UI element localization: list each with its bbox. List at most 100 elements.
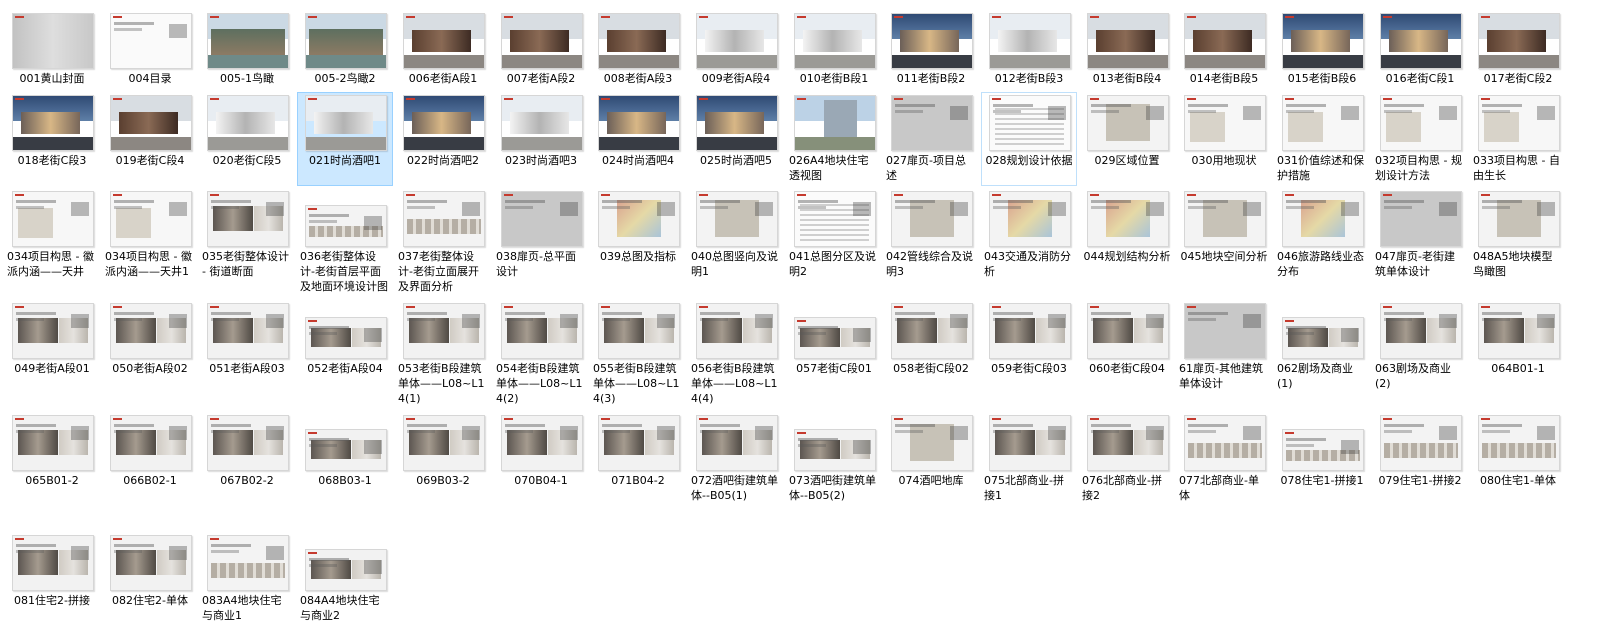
file-name[interactable]: 013老街B段4 [1082,71,1172,86]
file-name[interactable]: 070B04-1 [496,473,586,488]
file-item[interactable]: 036老街整体设计-老街首层平面及地面环境设计图 [297,188,393,298]
file-item[interactable]: 084A4地块住宅与商业2 [297,532,393,632]
file-item[interactable]: 058老街C段02 [883,300,979,410]
file-name[interactable]: 075北部商业-拼接1 [984,473,1074,503]
file-thumbnail[interactable] [1380,415,1462,471]
file-name[interactable]: 61扉页-其他建筑单体设计 [1179,361,1269,391]
file-thumbnail[interactable] [1184,303,1266,359]
file-name[interactable]: 055老街B段建筑单体——L08~L14(3) [593,361,683,406]
file-thumbnail[interactable] [305,13,387,69]
file-thumbnail[interactable] [403,191,485,247]
file-item[interactable]: 077北部商业-单体 [1176,412,1272,530]
file-thumbnail[interactable] [305,205,387,247]
file-name[interactable]: 051老街A段03 [202,361,292,376]
file-thumbnail[interactable] [305,317,387,359]
file-thumbnail[interactable] [110,191,192,247]
file-item[interactable]: 050老街A段02 [102,300,198,410]
file-item[interactable]: 044规划结构分析 [1079,188,1175,298]
file-item[interactable]: 011老街B段2 [883,10,979,90]
file-thumbnail[interactable] [794,13,876,69]
file-thumbnail[interactable] [1282,317,1364,359]
file-thumbnail[interactable] [1478,303,1560,359]
file-item[interactable]: 069B03-2 [395,412,491,530]
file-item[interactable]: 080住宅1-单体 [1470,412,1566,530]
file-name[interactable]: 022时尚酒吧2 [398,153,488,168]
file-thumbnail[interactable] [794,317,876,359]
file-thumbnail[interactable] [403,303,485,359]
file-thumbnail[interactable] [696,303,778,359]
file-thumbnail[interactable] [207,191,289,247]
file-thumbnail[interactable] [891,415,973,471]
file-thumbnail[interactable] [891,191,973,247]
file-item[interactable]: 016老街C段1 [1372,10,1468,90]
file-item[interactable]: 078住宅1-拼接1 [1274,412,1370,530]
file-name[interactable]: 043交通及消防分析 [984,249,1074,279]
file-item[interactable]: 029区域位置 [1079,92,1175,186]
file-name[interactable]: 059老街C段03 [984,361,1074,376]
file-name[interactable]: 045地块空间分析 [1179,249,1269,264]
file-item[interactable]: 012老街B段3 [981,10,1077,90]
file-item[interactable]: 076北部商业-拼接2 [1079,412,1175,530]
file-thumbnail[interactable] [989,191,1071,247]
file-item[interactable]: 013老街B段4 [1079,10,1175,90]
file-name[interactable]: 001黄山封面 [7,71,97,86]
file-name[interactable]: 071B04-2 [593,473,683,488]
file-name[interactable]: 077北部商业-单体 [1179,473,1269,503]
file-item[interactable]: 008老街A段3 [590,10,686,90]
file-thumbnail[interactable] [794,429,876,471]
file-item[interactable]: 034项目构思 - 徽派内涵——天井 [4,188,100,298]
file-name[interactable]: 052老街A段04 [300,361,390,376]
file-item[interactable]: 042管线综合及说明3 [883,188,979,298]
file-item[interactable]: 010老街B段1 [786,10,882,90]
file-name[interactable]: 039总图及指标 [593,249,683,264]
file-name[interactable]: 047扉页-老街建筑单体设计 [1375,249,1465,279]
file-name[interactable]: 031价值综述和保护措施 [1277,153,1367,183]
file-item[interactable]: 073酒吧街建筑单体--B05(2) [786,412,882,530]
file-thumbnail[interactable] [12,415,94,471]
file-item[interactable]: 007老街A段2 [493,10,589,90]
file-name[interactable]: 084A4地块住宅与商业2 [300,593,390,623]
file-name[interactable]: 027扉页-项目总述 [886,153,976,183]
file-thumbnail[interactable] [1184,13,1266,69]
file-name[interactable]: 024时尚酒吧4 [593,153,683,168]
file-thumbnail[interactable] [696,191,778,247]
file-name[interactable]: 058老街C段02 [886,361,976,376]
file-item[interactable]: 047扉页-老街建筑单体设计 [1372,188,1468,298]
file-thumbnail[interactable] [598,95,680,151]
file-thumbnail[interactable] [207,95,289,151]
file-thumbnail[interactable] [110,95,192,151]
file-item[interactable]: 062剧场及商业(1) [1274,300,1370,410]
file-thumbnail[interactable] [110,415,192,471]
file-item[interactable]: 004目录 [102,10,198,90]
file-name[interactable]: 005-2鸟瞰2 [300,71,390,86]
file-name[interactable]: 005-1鸟瞰 [202,71,292,86]
file-name[interactable]: 018老街C段3 [7,153,97,168]
file-name[interactable]: 033项目构思 - 自由生长 [1473,153,1563,183]
file-item[interactable]: 024时尚酒吧4 [590,92,686,186]
file-item[interactable]: 020老街C段5 [199,92,295,186]
file-name[interactable]: 054老街B段建筑单体——L08~L14(2) [496,361,586,406]
file-thumbnail[interactable] [110,303,192,359]
file-name[interactable]: 078住宅1-拼接1 [1277,473,1367,488]
file-name[interactable]: 056老街B段建筑单体——L08~L14(4) [691,361,781,406]
file-thumbnail[interactable] [1380,95,1462,151]
file-item[interactable]: 049老街A段01 [4,300,100,410]
file-name[interactable]: 006老街A段1 [398,71,488,86]
file-name[interactable]: 023时尚酒吧3 [496,153,586,168]
file-thumbnail[interactable] [1380,191,1462,247]
file-name[interactable]: 063剧场及商业(2) [1375,361,1465,391]
file-item[interactable]: 045地块空间分析 [1176,188,1272,298]
file-thumbnail[interactable] [501,13,583,69]
file-item[interactable]: 031价值综述和保护措施 [1274,92,1370,186]
file-thumbnail[interactable] [598,13,680,69]
file-item[interactable]: 071B04-2 [590,412,686,530]
file-item[interactable]: 009老街A段4 [688,10,784,90]
file-item[interactable]: 065B01-2 [4,412,100,530]
file-item[interactable]: 074酒吧地库 [883,412,979,530]
file-name[interactable]: 035老街整体设计 - 街道断面 [202,249,292,279]
file-thumbnail[interactable] [1282,13,1364,69]
file-name[interactable]: 012老街B段3 [984,71,1074,86]
file-item[interactable]: 040总图竖向及说明1 [688,188,784,298]
file-item[interactable]: 025时尚酒吧5 [688,92,784,186]
file-thumbnail[interactable] [110,535,192,591]
